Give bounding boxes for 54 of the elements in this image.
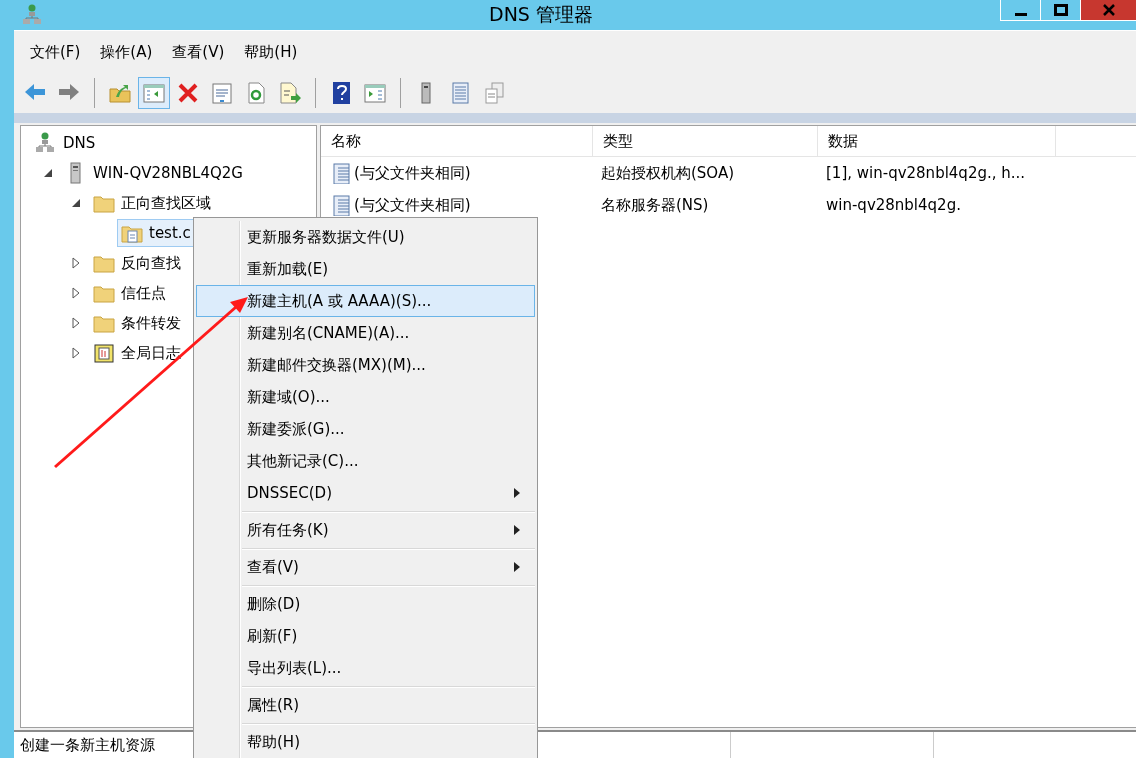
menu-item[interactable]: 查看(V) — [164, 39, 233, 65]
pane-icon — [142, 81, 166, 105]
tree-item[interactable]: DNS — [31, 129, 100, 157]
menu-item[interactable]: 帮助(H) — [196, 726, 535, 758]
table-cell: (与父文件夹相同) — [354, 195, 471, 215]
menu-item[interactable]: 帮助(H) — [236, 39, 306, 65]
menu-item[interactable]: 文件(F) — [22, 39, 89, 65]
table-cell-text: 起始授权机构(SOA) — [600, 163, 736, 183]
tree-item[interactable]: 反向查找 — [89, 249, 185, 277]
menu-item[interactable]: 新建别名(CNAME)(A)... — [196, 317, 535, 349]
menu-item[interactable]: 重新加载(E) — [196, 253, 535, 285]
menu-item[interactable]: 更新服务器数据文件(U) — [196, 221, 535, 253]
menu-item[interactable]: 刷新(F) — [196, 620, 535, 652]
close-icon — [1101, 4, 1116, 16]
menu-item[interactable]: 操作(A) — [92, 39, 161, 65]
tree-item[interactable]: WIN-QV28NBL4Q2G — [61, 159, 247, 187]
tree-item[interactable]: 信任点 — [89, 279, 170, 307]
menu-item[interactable]: 属性(R) — [196, 689, 535, 721]
table-cell-text: win-qv28nbl4q2g. — [825, 196, 962, 214]
menu-item[interactable]: 新建邮件交换器(MX)(M)... — [196, 349, 535, 381]
status-text: 创建一条新主机资源 — [19, 735, 156, 756]
window-title: DNS 管理器 — [488, 2, 594, 27]
column-header[interactable]: 类型 — [593, 126, 818, 156]
table-cell: (与父文件夹相同) — [354, 163, 471, 183]
export-list-icon — [278, 81, 302, 105]
column-header[interactable]: 数据 — [818, 126, 1056, 156]
menu-item[interactable]: 查看(V) — [196, 551, 535, 583]
menu-item[interactable]: 其他新记录(C)... — [196, 445, 535, 477]
menu-item[interactable]: 新建委派(G)... — [196, 413, 535, 445]
maximize-icon — [1053, 4, 1068, 16]
menu-item[interactable]: 删除(D) — [196, 588, 535, 620]
network-icon — [22, 4, 42, 26]
tree-item[interactable]: 条件转发 — [89, 309, 185, 337]
properties-icon — [210, 81, 234, 105]
menu-item[interactable]: 新建主机(A 或 AAAA)(S)... — [196, 285, 535, 317]
minimize-button[interactable] — [1000, 0, 1040, 21]
pane-icon — [363, 81, 387, 105]
tree-item[interactable]: test.c — [117, 219, 195, 247]
menu-item[interactable]: 所有任务(K) — [196, 514, 535, 546]
copy-icon — [482, 81, 506, 105]
minimize-icon — [1014, 12, 1027, 16]
column-header[interactable]: 名称 — [321, 126, 593, 156]
close-icon — [176, 81, 200, 105]
menu-item[interactable]: DNSSEC(D) — [196, 477, 535, 509]
menu-item[interactable]: 新建域(O)... — [196, 381, 535, 413]
tree-item[interactable]: 正向查找区域 — [89, 189, 215, 217]
close-button[interactable] — [1080, 0, 1136, 21]
table-cell-text: 名称服务器(NS) — [600, 195, 710, 215]
log-book-icon — [93, 342, 115, 364]
record-icon — [331, 162, 351, 184]
menu-item[interactable]: 导出列表(L)... — [196, 652, 535, 684]
table-cell-text: [1], win-qv28nbl4q2g., h... — [825, 164, 1027, 182]
maximize-button[interactable] — [1040, 0, 1080, 21]
network-icon — [35, 132, 57, 154]
